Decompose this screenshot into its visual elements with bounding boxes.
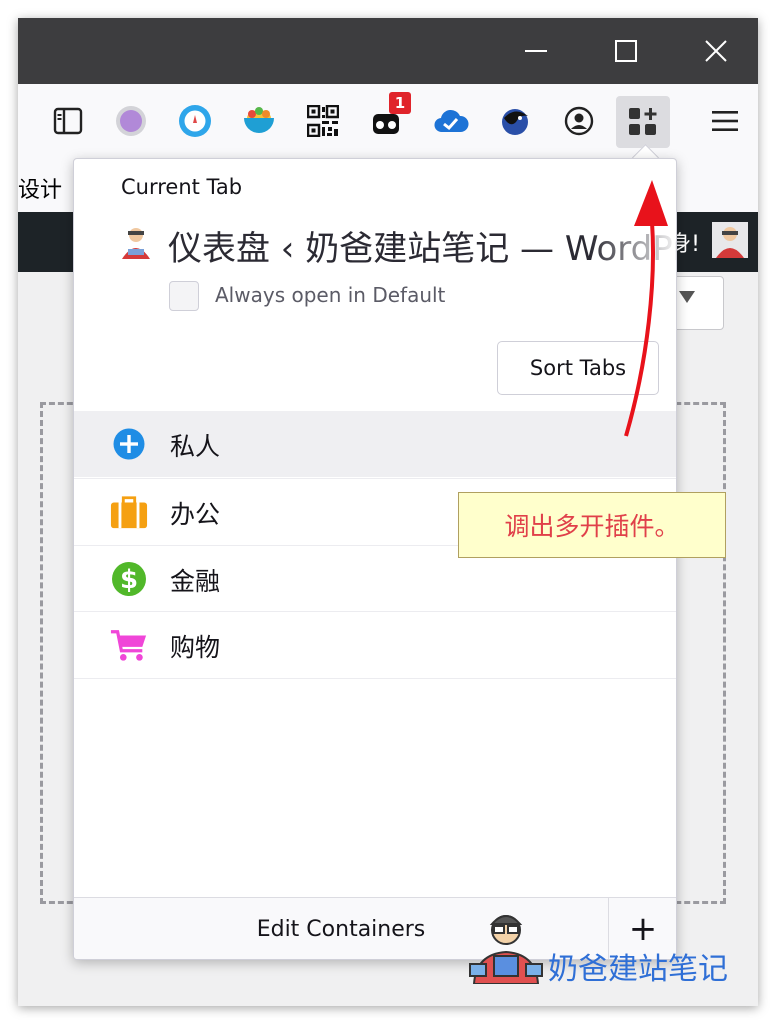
- title-bar: [18, 18, 758, 84]
- extension-button-7[interactable]: [496, 102, 534, 140]
- page-nav-text[interactable]: 设计: [18, 172, 62, 204]
- annotation-callout: 调出多开插件。: [458, 492, 726, 558]
- watermark: 奶爸建站笔记: [466, 904, 766, 987]
- container-label: 办公: [170, 500, 221, 529]
- chevron-down-icon: [679, 291, 695, 303]
- title-fade: [590, 221, 676, 265]
- extension-button-2[interactable]: [176, 102, 214, 140]
- watermark-text: 奶爸建站笔记: [548, 952, 728, 987]
- container-label: 金融: [170, 567, 221, 596]
- briefcase-icon: [110, 493, 148, 531]
- menu-button[interactable]: [706, 102, 744, 140]
- sort-tabs-button[interactable]: Sort Tabs: [497, 341, 659, 395]
- cloud-check-extension-icon: [434, 109, 469, 133]
- minimize-icon: [525, 50, 547, 52]
- extension-button-4[interactable]: [304, 102, 342, 140]
- minimize-button[interactable]: [506, 18, 566, 84]
- rainbow-bowl-extension-icon: [244, 107, 274, 133]
- extension-button-6[interactable]: [432, 102, 470, 140]
- containers-popup: Current Tab 仪表盘 ‹ 奶爸建站笔记 — WordPress Alw…: [73, 158, 677, 960]
- close-icon: [705, 40, 727, 62]
- menu-icon: [712, 111, 738, 131]
- watermark-logo-icon: [469, 915, 543, 984]
- avatar-icon: [712, 222, 748, 258]
- speed-dial-extension-icon: [179, 105, 211, 137]
- plus-circle-icon: [110, 425, 148, 463]
- extension-button-5[interactable]: 1: [369, 92, 411, 140]
- avatar[interactable]: [712, 222, 748, 258]
- cart-icon: [110, 626, 148, 664]
- multi-account-containers-icon: [629, 108, 657, 135]
- dragon-extension-icon: [502, 109, 528, 135]
- close-button[interactable]: [686, 18, 746, 84]
- qr-code-extension-icon: [307, 105, 339, 137]
- sidebar-button[interactable]: [49, 102, 87, 140]
- sidebar-icon: [53, 107, 83, 135]
- always-open-label: Always open in Default: [215, 283, 446, 307]
- maximize-icon: [615, 40, 637, 62]
- container-item-personal[interactable]: 私人: [74, 411, 676, 477]
- account-button[interactable]: [560, 102, 598, 140]
- dollar-icon: $: [110, 560, 148, 598]
- tab-favicon-icon: [122, 228, 150, 259]
- always-open-checkbox[interactable]: [169, 281, 199, 311]
- container-label: 私人: [170, 432, 221, 461]
- maximize-button[interactable]: [596, 18, 656, 84]
- extension-button-3[interactable]: [240, 102, 278, 140]
- multi-account-containers-button[interactable]: [616, 96, 670, 148]
- current-tab-label: Current Tab: [121, 175, 243, 199]
- extension-button-1[interactable]: [112, 102, 150, 140]
- notification-badge: 1: [389, 92, 411, 114]
- svg-text:$: $: [120, 565, 138, 595]
- container-label: 购物: [170, 633, 221, 662]
- container-item-shopping[interactable]: 购物: [74, 611, 676, 679]
- current-tab-title-row: 仪表盘 ‹ 奶爸建站笔记 — WordPress: [120, 221, 676, 265]
- account-icon: [564, 106, 594, 136]
- purple-circle-extension-icon: [116, 106, 146, 136]
